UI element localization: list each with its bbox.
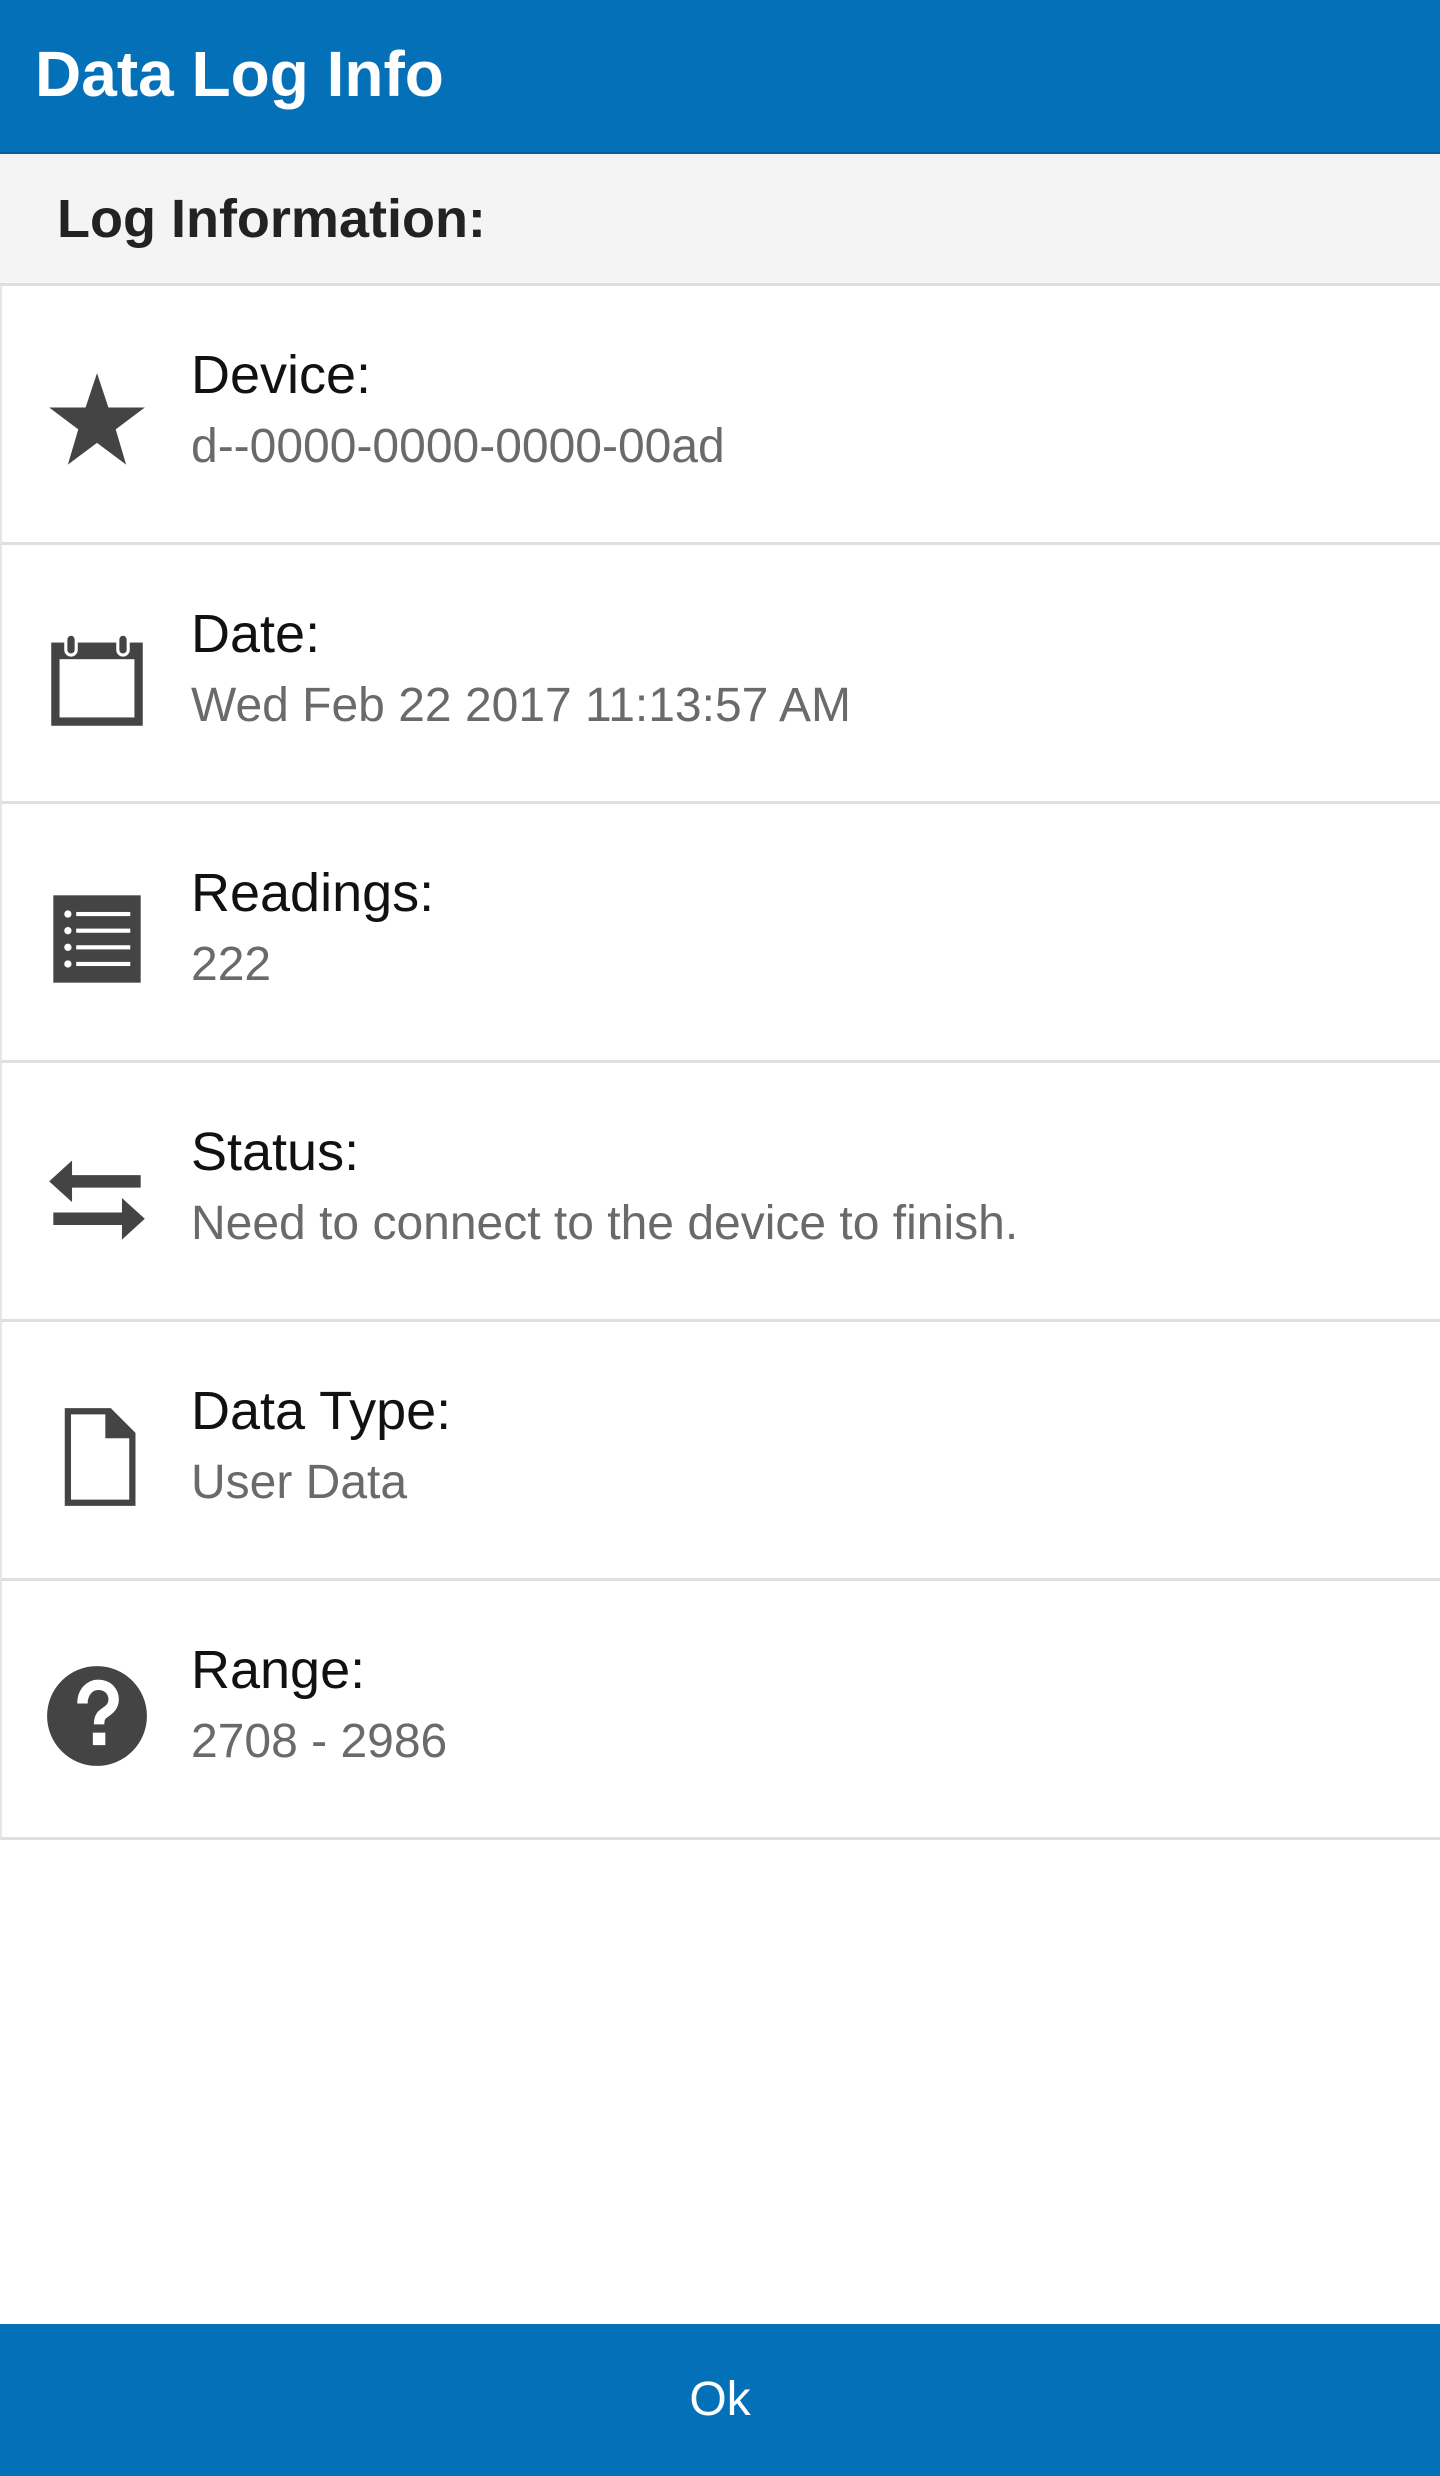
info-row-date: Date: Wed Feb 22 2017 11:13:57 AM <box>0 545 1440 804</box>
info-row-value: 2708 - 2986 <box>191 1715 448 1768</box>
info-row-value: User Data <box>191 1456 408 1509</box>
calendar-icon <box>42 625 152 735</box>
info-row-status: Status: Need to connect to the device to… <box>0 1063 1440 1322</box>
app-title: Data Log Info <box>35 38 444 110</box>
info-row-value: 222 <box>191 938 272 991</box>
info-row-value: Need to connect to the device to finish. <box>191 1197 1019 1250</box>
section-title: Log Information: <box>57 189 486 249</box>
info-row-label: Range: <box>191 1640 366 1700</box>
info-row-label: Device: <box>191 345 372 405</box>
info-row-value: Wed Feb 22 2017 11:13:57 AM <box>191 679 852 732</box>
info-row-value: d--0000-0000-0000-00ad <box>191 420 725 473</box>
log-info-list: Device: d--0000-0000-0000-00ad Date: Wed… <box>0 286 1440 1840</box>
app-bar: Data Log Info <box>0 0 1440 154</box>
info-row-readings: Readings: 222 <box>0 804 1440 1063</box>
list-icon <box>42 884 152 994</box>
star-icon <box>42 366 152 476</box>
info-row-label: Date: <box>191 604 321 664</box>
section-header: Log Information: <box>0 154 1440 286</box>
ok-button-label: Ok <box>689 2373 751 2426</box>
info-row-label: Status: <box>191 1122 360 1182</box>
info-row-range: Range: 2708 - 2986 <box>0 1581 1440 1840</box>
info-row-data-type: Data Type: User Data <box>0 1322 1440 1581</box>
file-icon <box>42 1402 152 1512</box>
info-row-label: Data Type: <box>191 1381 452 1441</box>
question-circle-icon <box>42 1661 152 1771</box>
info-row-label: Readings: <box>191 863 435 923</box>
transfer-arrows-icon <box>42 1143 152 1253</box>
ok-button[interactable]: Ok <box>0 2324 1440 2476</box>
info-row-device: Device: d--0000-0000-0000-00ad <box>0 286 1440 545</box>
